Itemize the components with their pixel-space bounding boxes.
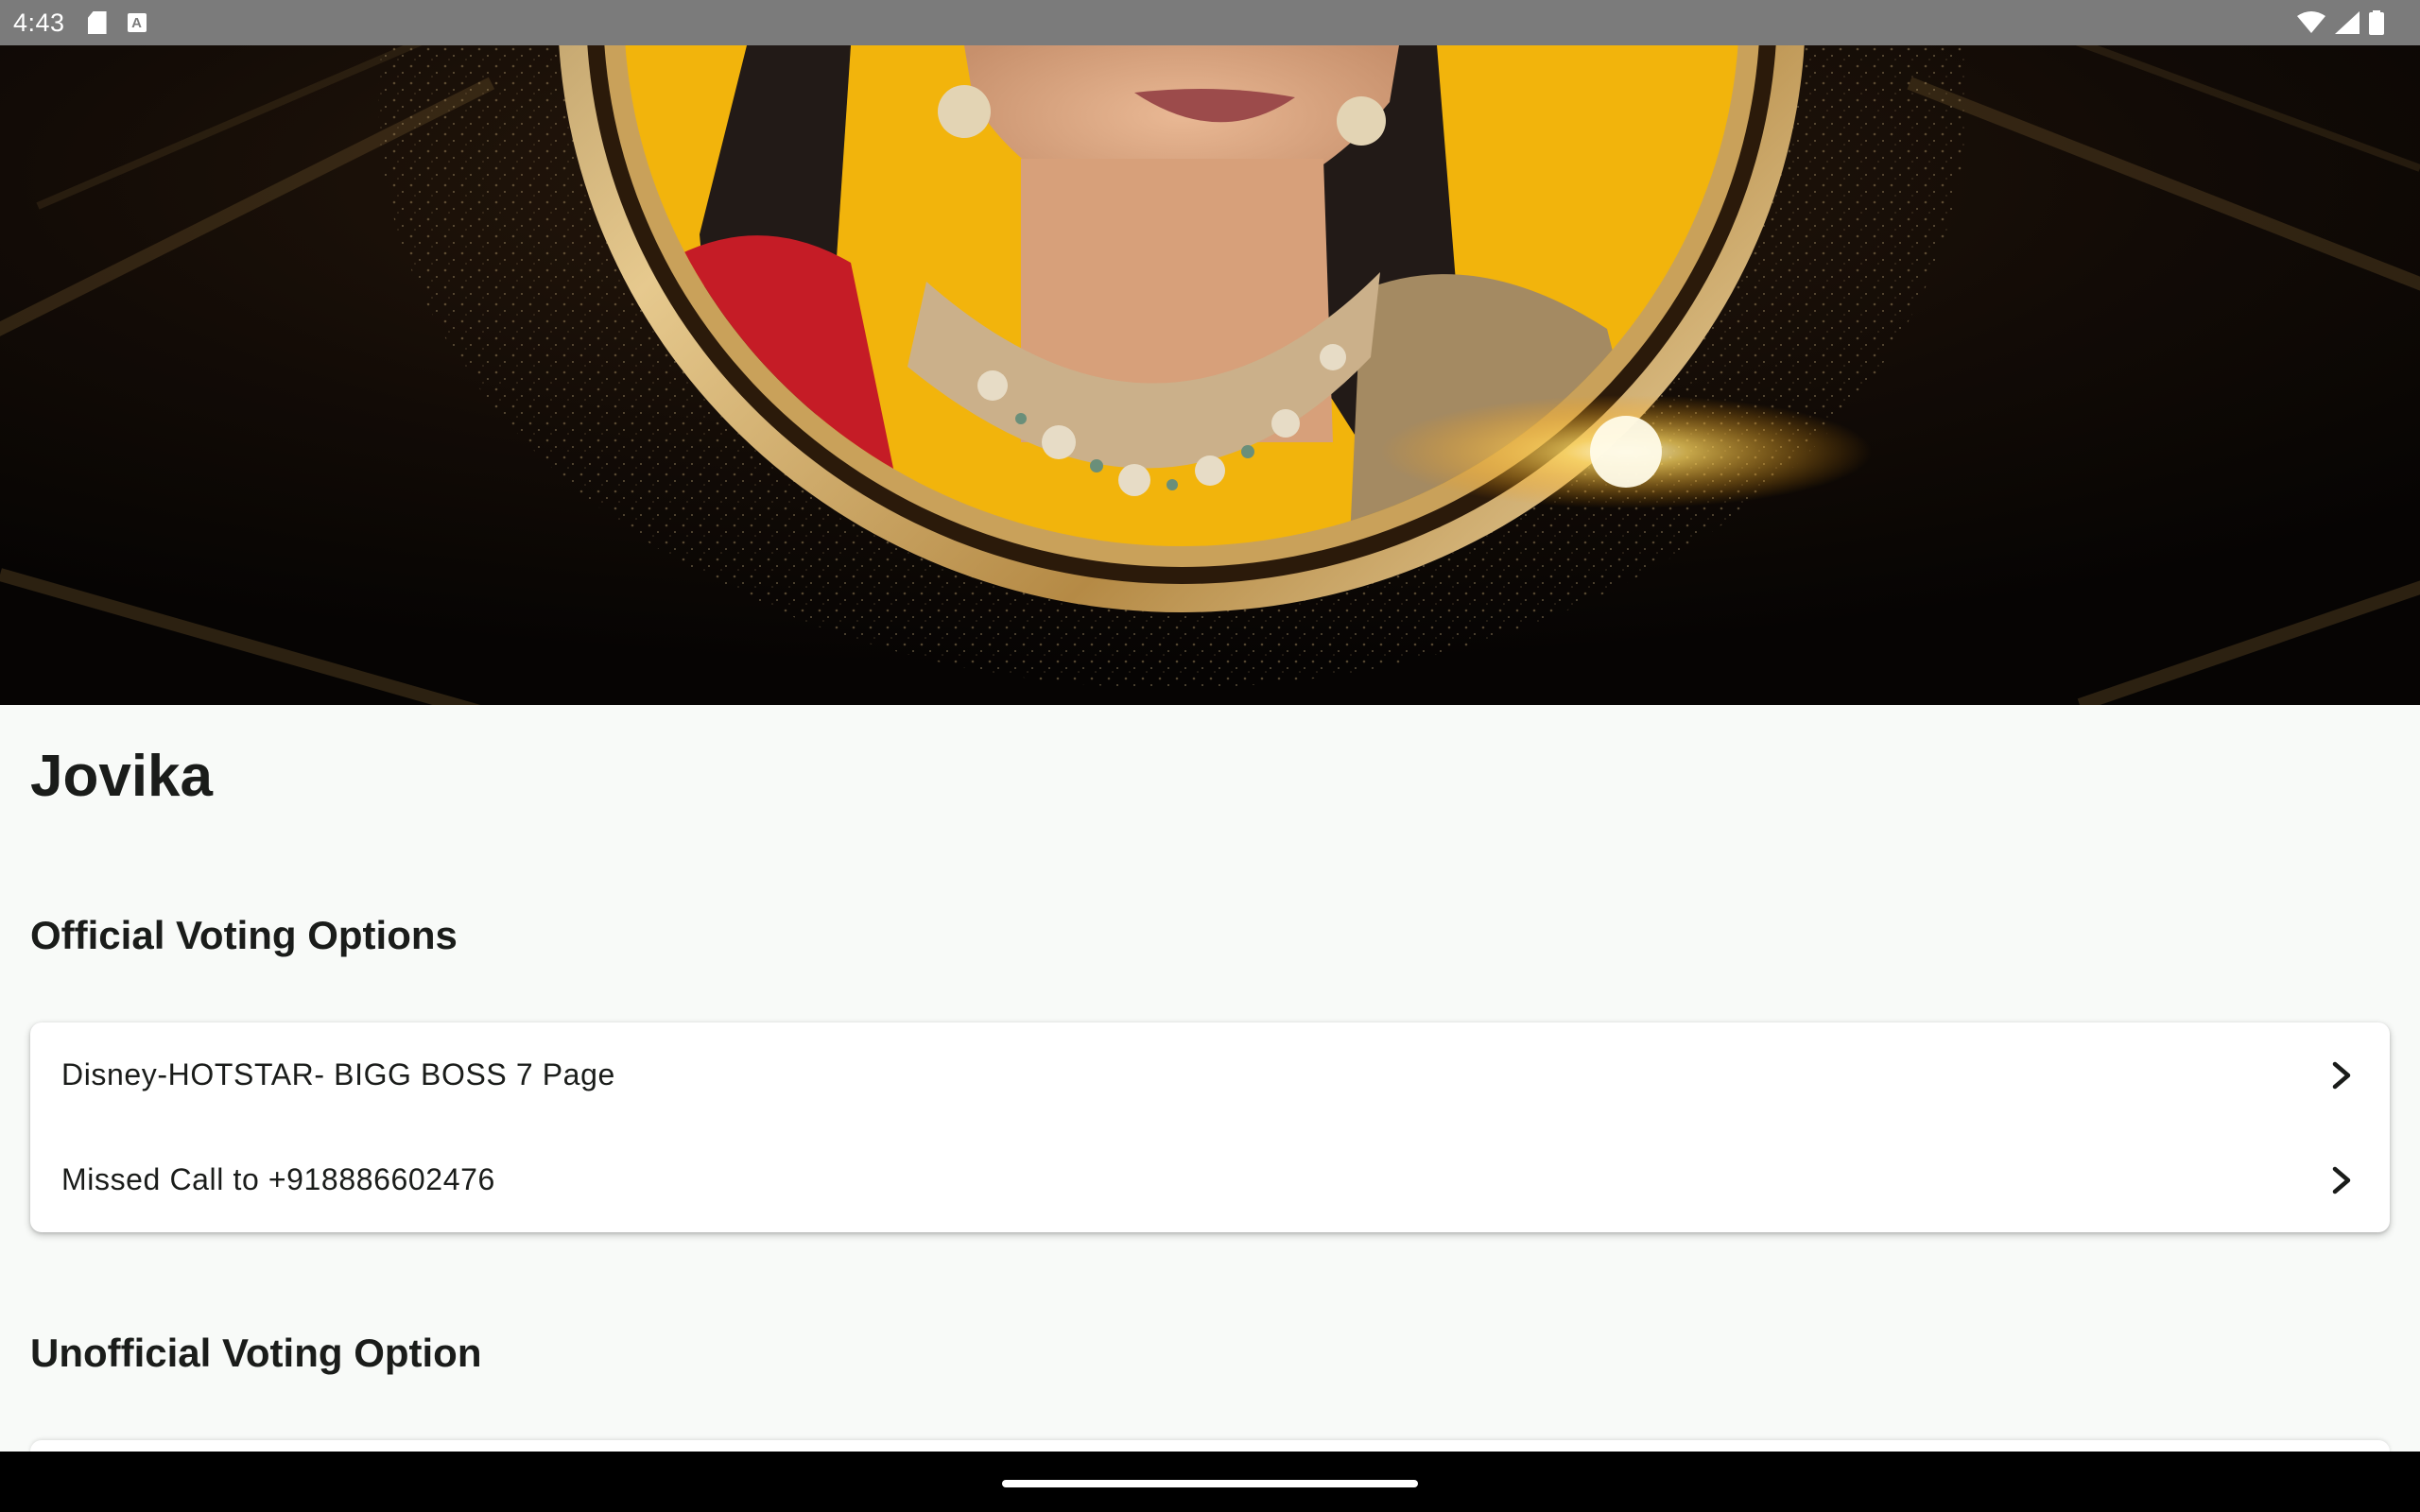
chevron-right-icon: [2332, 1166, 2351, 1194]
official-voting-title: Official Voting Options: [30, 913, 458, 957]
sd-card-icon: [87, 11, 107, 34]
option-label: Missed Call to +918886602476: [61, 1162, 495, 1196]
option-missed-call[interactable]: Missed Call to +918886602476: [30, 1127, 2390, 1232]
battery-icon: [2369, 10, 2384, 35]
contestant-name: Jovika: [30, 744, 214, 809]
keyboard-a-icon: A: [127, 13, 147, 32]
signal-icon: [2335, 11, 2360, 34]
chevron-right-icon: [2332, 1061, 2351, 1089]
option-label: Disney-HOTSTAR- BIGG BOSS 7 Page: [61, 1057, 615, 1091]
wifi-icon: [2297, 11, 2325, 33]
status-bar: 4:43 A: [0, 0, 2420, 45]
status-time: 4:43: [13, 8, 65, 37]
contestant-hero-image: [0, 45, 2420, 705]
status-notification-icons: A: [87, 11, 147, 34]
home-gesture-handle[interactable]: [1002, 1480, 1418, 1487]
status-system-icons: [2297, 0, 2384, 45]
app-screen: 4:43 A Jovika Official Voting Options Di…: [0, 0, 2420, 1512]
navigation-bar: [0, 1452, 2420, 1512]
contestant-portrait: [0, 45, 2420, 705]
contestant-details: Jovika Official Voting Options Disney-HO…: [0, 705, 2420, 1478]
unofficial-voting-title: Unofficial Voting Option: [30, 1331, 482, 1375]
official-voting-options-card: Disney-HOTSTAR- BIGG BOSS 7 Page Missed …: [30, 1022, 2390, 1232]
option-hotstar-page[interactable]: Disney-HOTSTAR- BIGG BOSS 7 Page: [30, 1022, 2390, 1127]
